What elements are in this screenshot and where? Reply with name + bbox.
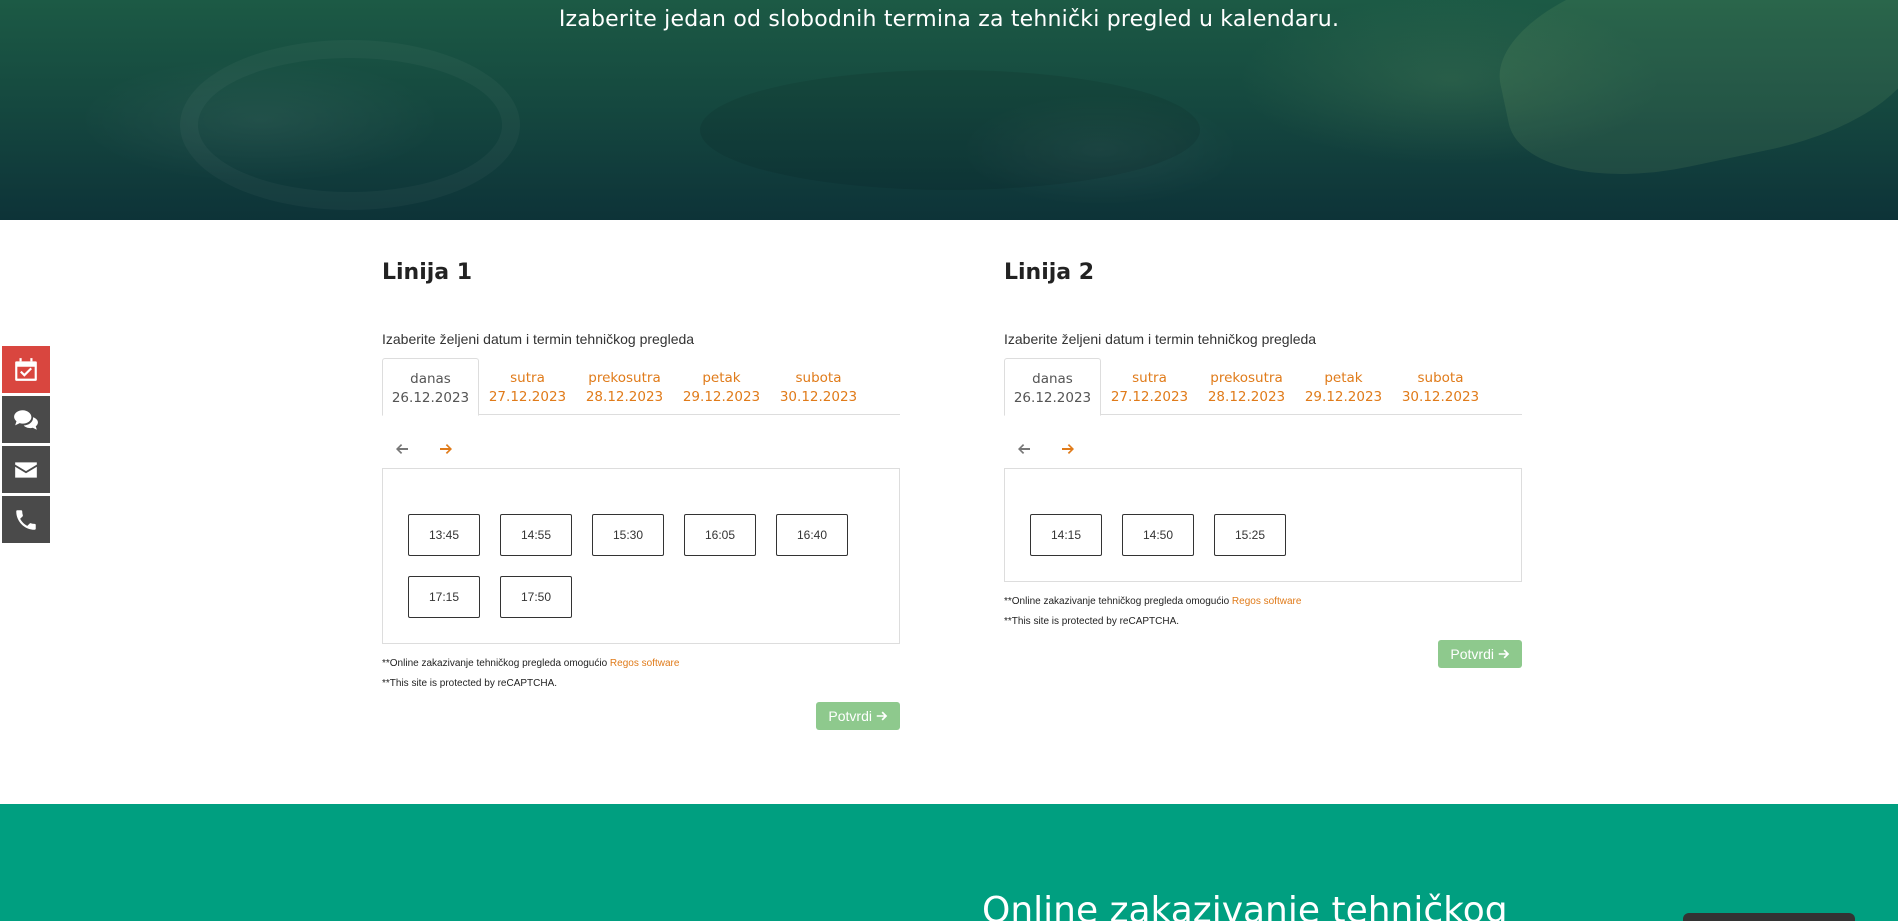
band-title: Online zakazivanje tehničkog [982, 890, 1508, 921]
time-slot[interactable]: 16:40 [776, 514, 848, 556]
date-tab-tomorrow[interactable]: sutra 27.12.2023 [1101, 358, 1198, 414]
info-band: Online zakazivanje tehničkog [0, 804, 1898, 921]
tab-date: 30.12.2023 [1401, 389, 1480, 405]
tab-day: sutra [1132, 370, 1167, 386]
envelope-icon [15, 461, 37, 478]
powered-by-note: **Online zakazivanje tehničkog pregleda … [382, 658, 900, 670]
date-tab-day-after[interactable]: prekosutra 28.12.2023 [576, 358, 673, 414]
calendar-check-icon [15, 357, 37, 381]
powered-by-note: **Online zakazivanje tehničkog pregleda … [1004, 596, 1522, 608]
phone-icon [16, 509, 36, 530]
line-title: Linija 1 [382, 260, 473, 285]
time-slot[interactable]: 13:45 [408, 514, 480, 556]
booking-button[interactable] [2, 346, 50, 393]
hero-subtitle: Izaberite jedan od slobodnih termina za … [558, 7, 1340, 32]
tab-date: 26.12.2023 [1013, 390, 1092, 406]
chat-icon [14, 409, 38, 430]
date-tab-today[interactable]: danas 26.12.2023 [1004, 358, 1101, 416]
time-slot[interactable]: 16:05 [684, 514, 756, 556]
arrow-right-icon [1062, 444, 1074, 454]
tab-day: subota [1417, 370, 1464, 386]
confirm-label: Potvrdi [1450, 646, 1494, 662]
hero-banner: Izaberite jedan od slobodnih termina za … [0, 0, 1898, 220]
tab-date: 28.12.2023 [585, 389, 664, 405]
tab-date: 30.12.2023 [779, 389, 858, 405]
confirm-button[interactable]: Potvrdi [1438, 640, 1522, 668]
tab-date: 29.12.2023 [682, 389, 761, 405]
confirm-button[interactable]: Potvrdi [816, 702, 900, 730]
floating-contact-sidebar [2, 346, 50, 546]
date-navigation [1004, 441, 1522, 459]
time-slot[interactable]: 15:25 [1214, 514, 1286, 556]
time-slot[interactable]: 17:50 [500, 576, 572, 618]
tab-day: prekosutra [588, 370, 661, 386]
time-slot[interactable]: 17:15 [408, 576, 480, 618]
date-tab-today[interactable]: danas 26.12.2023 [382, 358, 479, 416]
tab-date: 27.12.2023 [1110, 389, 1189, 405]
chat-button[interactable] [2, 396, 50, 443]
time-slots: 13:45 14:55 15:30 16:05 16:40 17:15 17:5… [382, 468, 900, 644]
tab-date: 26.12.2023 [391, 390, 470, 406]
arrow-right-icon [876, 711, 888, 721]
time-slot[interactable]: 14:55 [500, 514, 572, 556]
note-text: **Online zakazivanje tehničkog pregleda … [1004, 596, 1232, 607]
tab-day: petak [702, 370, 741, 386]
tab-day: danas [1032, 371, 1073, 387]
tab-date: 28.12.2023 [1207, 389, 1286, 405]
time-slot[interactable]: 14:15 [1030, 514, 1102, 556]
line-instruction: Izaberite željeni datum i termin tehničk… [382, 331, 695, 347]
confirm-row: Potvrdi [1004, 640, 1522, 668]
recaptcha-note: **This site is protected by reCAPTCHA. [1004, 616, 1180, 627]
arrow-left-icon [396, 444, 408, 454]
line-instruction: Izaberite željeni datum i termin tehničk… [1004, 331, 1317, 347]
prev-dates-button[interactable] [1016, 441, 1032, 457]
note-text: **Online zakazivanje tehničkog pregleda … [382, 658, 610, 669]
email-button[interactable] [2, 446, 50, 493]
date-tab-tomorrow[interactable]: sutra 27.12.2023 [479, 358, 576, 414]
date-tabs: danas 26.12.2023 sutra 27.12.2023 prekos… [1004, 358, 1522, 416]
phone-button[interactable] [2, 496, 50, 543]
next-dates-button[interactable] [1060, 441, 1076, 457]
date-tab-friday[interactable]: petak 29.12.2023 [673, 358, 770, 414]
confirm-row: Potvrdi [382, 702, 900, 730]
date-tabs: danas 26.12.2023 sutra 27.12.2023 prekos… [382, 358, 900, 416]
tab-day: danas [410, 371, 451, 387]
arrow-right-icon [1498, 649, 1510, 659]
date-tab-friday[interactable]: petak 29.12.2023 [1295, 358, 1392, 414]
tab-date: 29.12.2023 [1304, 389, 1383, 405]
date-tab-day-after[interactable]: prekosutra 28.12.2023 [1198, 358, 1295, 414]
time-slot[interactable]: 14:50 [1122, 514, 1194, 556]
date-navigation [382, 441, 900, 459]
regos-link[interactable]: Regos software [610, 658, 679, 669]
prev-dates-button[interactable] [394, 441, 410, 457]
tab-day: subota [795, 370, 842, 386]
tab-day: prekosutra [1210, 370, 1283, 386]
arrow-left-icon [1018, 444, 1030, 454]
next-dates-button[interactable] [438, 441, 454, 457]
chat-widget-tab[interactable] [1683, 913, 1855, 921]
date-tab-saturday[interactable]: subota 30.12.2023 [1392, 358, 1489, 414]
tab-day: petak [1324, 370, 1363, 386]
confirm-label: Potvrdi [828, 708, 872, 724]
hero-background-shape [700, 70, 1200, 190]
line-1-booking: Linija 1 Izaberite željeni datum i termi… [382, 260, 900, 730]
arrow-right-icon [440, 444, 452, 454]
time-slots: 14:15 14:50 15:25 [1004, 468, 1522, 582]
tab-day: sutra [510, 370, 545, 386]
date-tab-saturday[interactable]: subota 30.12.2023 [770, 358, 867, 414]
hero-background-shape [180, 40, 520, 210]
line-2-booking: Linija 2 Izaberite željeni datum i termi… [1004, 260, 1522, 668]
tab-date: 27.12.2023 [488, 389, 567, 405]
line-title: Linija 2 [1004, 260, 1095, 285]
regos-link[interactable]: Regos software [1232, 596, 1301, 607]
recaptcha-note: **This site is protected by reCAPTCHA. [382, 678, 558, 689]
time-slot[interactable]: 15:30 [592, 514, 664, 556]
